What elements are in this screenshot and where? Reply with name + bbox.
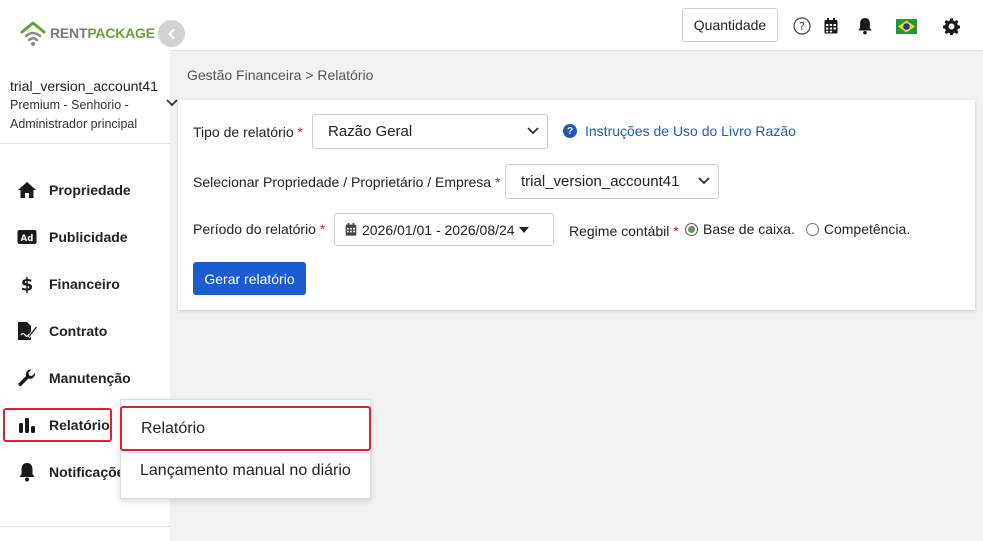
svg-text:Ad: Ad — [21, 234, 34, 244]
sidebar-collapse-button[interactable] — [158, 20, 185, 47]
ad-icon: Ad — [14, 226, 40, 248]
sidebar-item-label: Financeiro — [49, 276, 120, 292]
report-submenu: Relatório Lançamento manual no diário — [120, 399, 371, 499]
ledger-instructions-text: Instruções de Uso do Livro Razão — [585, 123, 796, 139]
home-icon — [14, 179, 40, 201]
period-date-range-input[interactable]: 2026/01/01 - 2026/08/24 — [334, 213, 554, 246]
report-type-label: Tipo de relatório * — [193, 124, 303, 140]
report-type-select[interactable]: Razão Geral — [312, 114, 548, 149]
required-mark: * — [319, 221, 326, 237]
account-role-line1: Premium - Senhorio - — [10, 98, 129, 112]
logo-rent-text: RENT — [50, 25, 88, 41]
chevron-left-icon — [167, 28, 175, 39]
regime-accrual-label[interactable]: Competência. — [824, 221, 910, 237]
logo-package-text: PACKAGE — [87, 25, 155, 41]
breadcrumb: Gestão Financeira > Relatório — [187, 67, 374, 83]
brazil-flag-icon[interactable] — [895, 16, 917, 36]
entity-select[interactable]: trial_version_account41 — [505, 164, 719, 199]
account-name: trial_version_account41 — [10, 78, 158, 94]
dollar-icon: $ — [14, 273, 40, 295]
gear-icon[interactable] — [941, 16, 961, 36]
chevron-down-icon — [698, 177, 710, 185]
required-mark: * — [673, 223, 679, 239]
sidebar-item-label: Contrato — [49, 323, 108, 339]
wrench-icon — [14, 367, 40, 389]
sidebar-divider — [0, 143, 170, 144]
submenu-item-manual-journal-entry[interactable]: Lançamento manual no diário — [121, 449, 372, 493]
regime-label: Regime contábil * — [569, 223, 679, 239]
quantity-button[interactable]: Quantidade — [682, 8, 778, 42]
sidebar-item-propriedade[interactable]: Propriedade — [4, 173, 174, 207]
bell-icon[interactable] — [855, 16, 875, 36]
svg-text:$: $ — [21, 275, 34, 295]
account-role-line2: Administrador principal — [10, 117, 138, 131]
wifi-house-logo-icon — [20, 21, 46, 46]
ledger-instructions-link[interactable]: ? Instruções de Uso do Livro Razão — [563, 123, 796, 139]
sidebar-item-financeiro[interactable]: $ Financeiro — [4, 267, 174, 301]
generate-report-button[interactable]: Gerar relatório — [193, 262, 306, 295]
bar-chart-icon — [14, 414, 40, 436]
period-label: Período do relatório * — [193, 221, 326, 237]
caret-down-icon — [518, 226, 529, 233]
calendar-icon[interactable] — [821, 16, 841, 36]
report-type-value: Razão Geral — [328, 123, 413, 140]
regime-cash-radio[interactable] — [685, 222, 698, 236]
entity-label: Selecionar Propriedade / Proprietário / … — [193, 174, 501, 190]
question-circle-icon: ? — [563, 124, 577, 138]
regime-cash-label[interactable]: Base de caixa. — [703, 221, 795, 237]
calendar-icon — [345, 223, 357, 236]
sidebar-divider — [0, 526, 170, 527]
submenu-item-relatorio[interactable]: Relatório — [120, 406, 371, 451]
top-bar: Quantidade ? — [170, 0, 983, 51]
bell-icon — [14, 461, 40, 483]
sidebar-item-label: Relatório — [49, 417, 110, 433]
account-info[interactable]: trial_version_account41 Premium - Senhor… — [10, 78, 180, 134]
entity-value: trial_version_account41 — [521, 173, 680, 190]
sidebar-item-manutencao[interactable]: Manutenção — [4, 361, 174, 395]
sidebar-item-publicidade[interactable]: Ad Publicidade — [4, 220, 174, 254]
regime-radio-group: Base de caixa. Competência. — [685, 221, 910, 237]
sidebar-item-relatorio[interactable]: Relatório — [3, 408, 112, 442]
help-icon[interactable]: ? — [792, 16, 812, 36]
regime-accrual-radio[interactable] — [805, 222, 819, 236]
report-form-card: Tipo de relatório * Razão Geral ? Instru… — [178, 100, 975, 310]
contract-icon — [14, 320, 40, 342]
sidebar-item-label: Propriedade — [49, 182, 131, 198]
brand-logo[interactable]: RENTPACKAGE — [18, 18, 155, 48]
sidebar-item-label: Publicidade — [49, 229, 128, 245]
svg-text:?: ? — [799, 20, 805, 33]
sidebar-item-contrato[interactable]: Contrato — [4, 314, 174, 348]
required-mark: * — [494, 174, 501, 190]
required-mark: * — [297, 124, 303, 140]
sidebar-item-label: Manutenção — [49, 370, 131, 386]
chevron-down-icon[interactable] — [166, 98, 178, 108]
period-value: 2026/01/01 - 2026/08/24 — [362, 221, 515, 238]
chevron-down-icon — [527, 127, 539, 135]
